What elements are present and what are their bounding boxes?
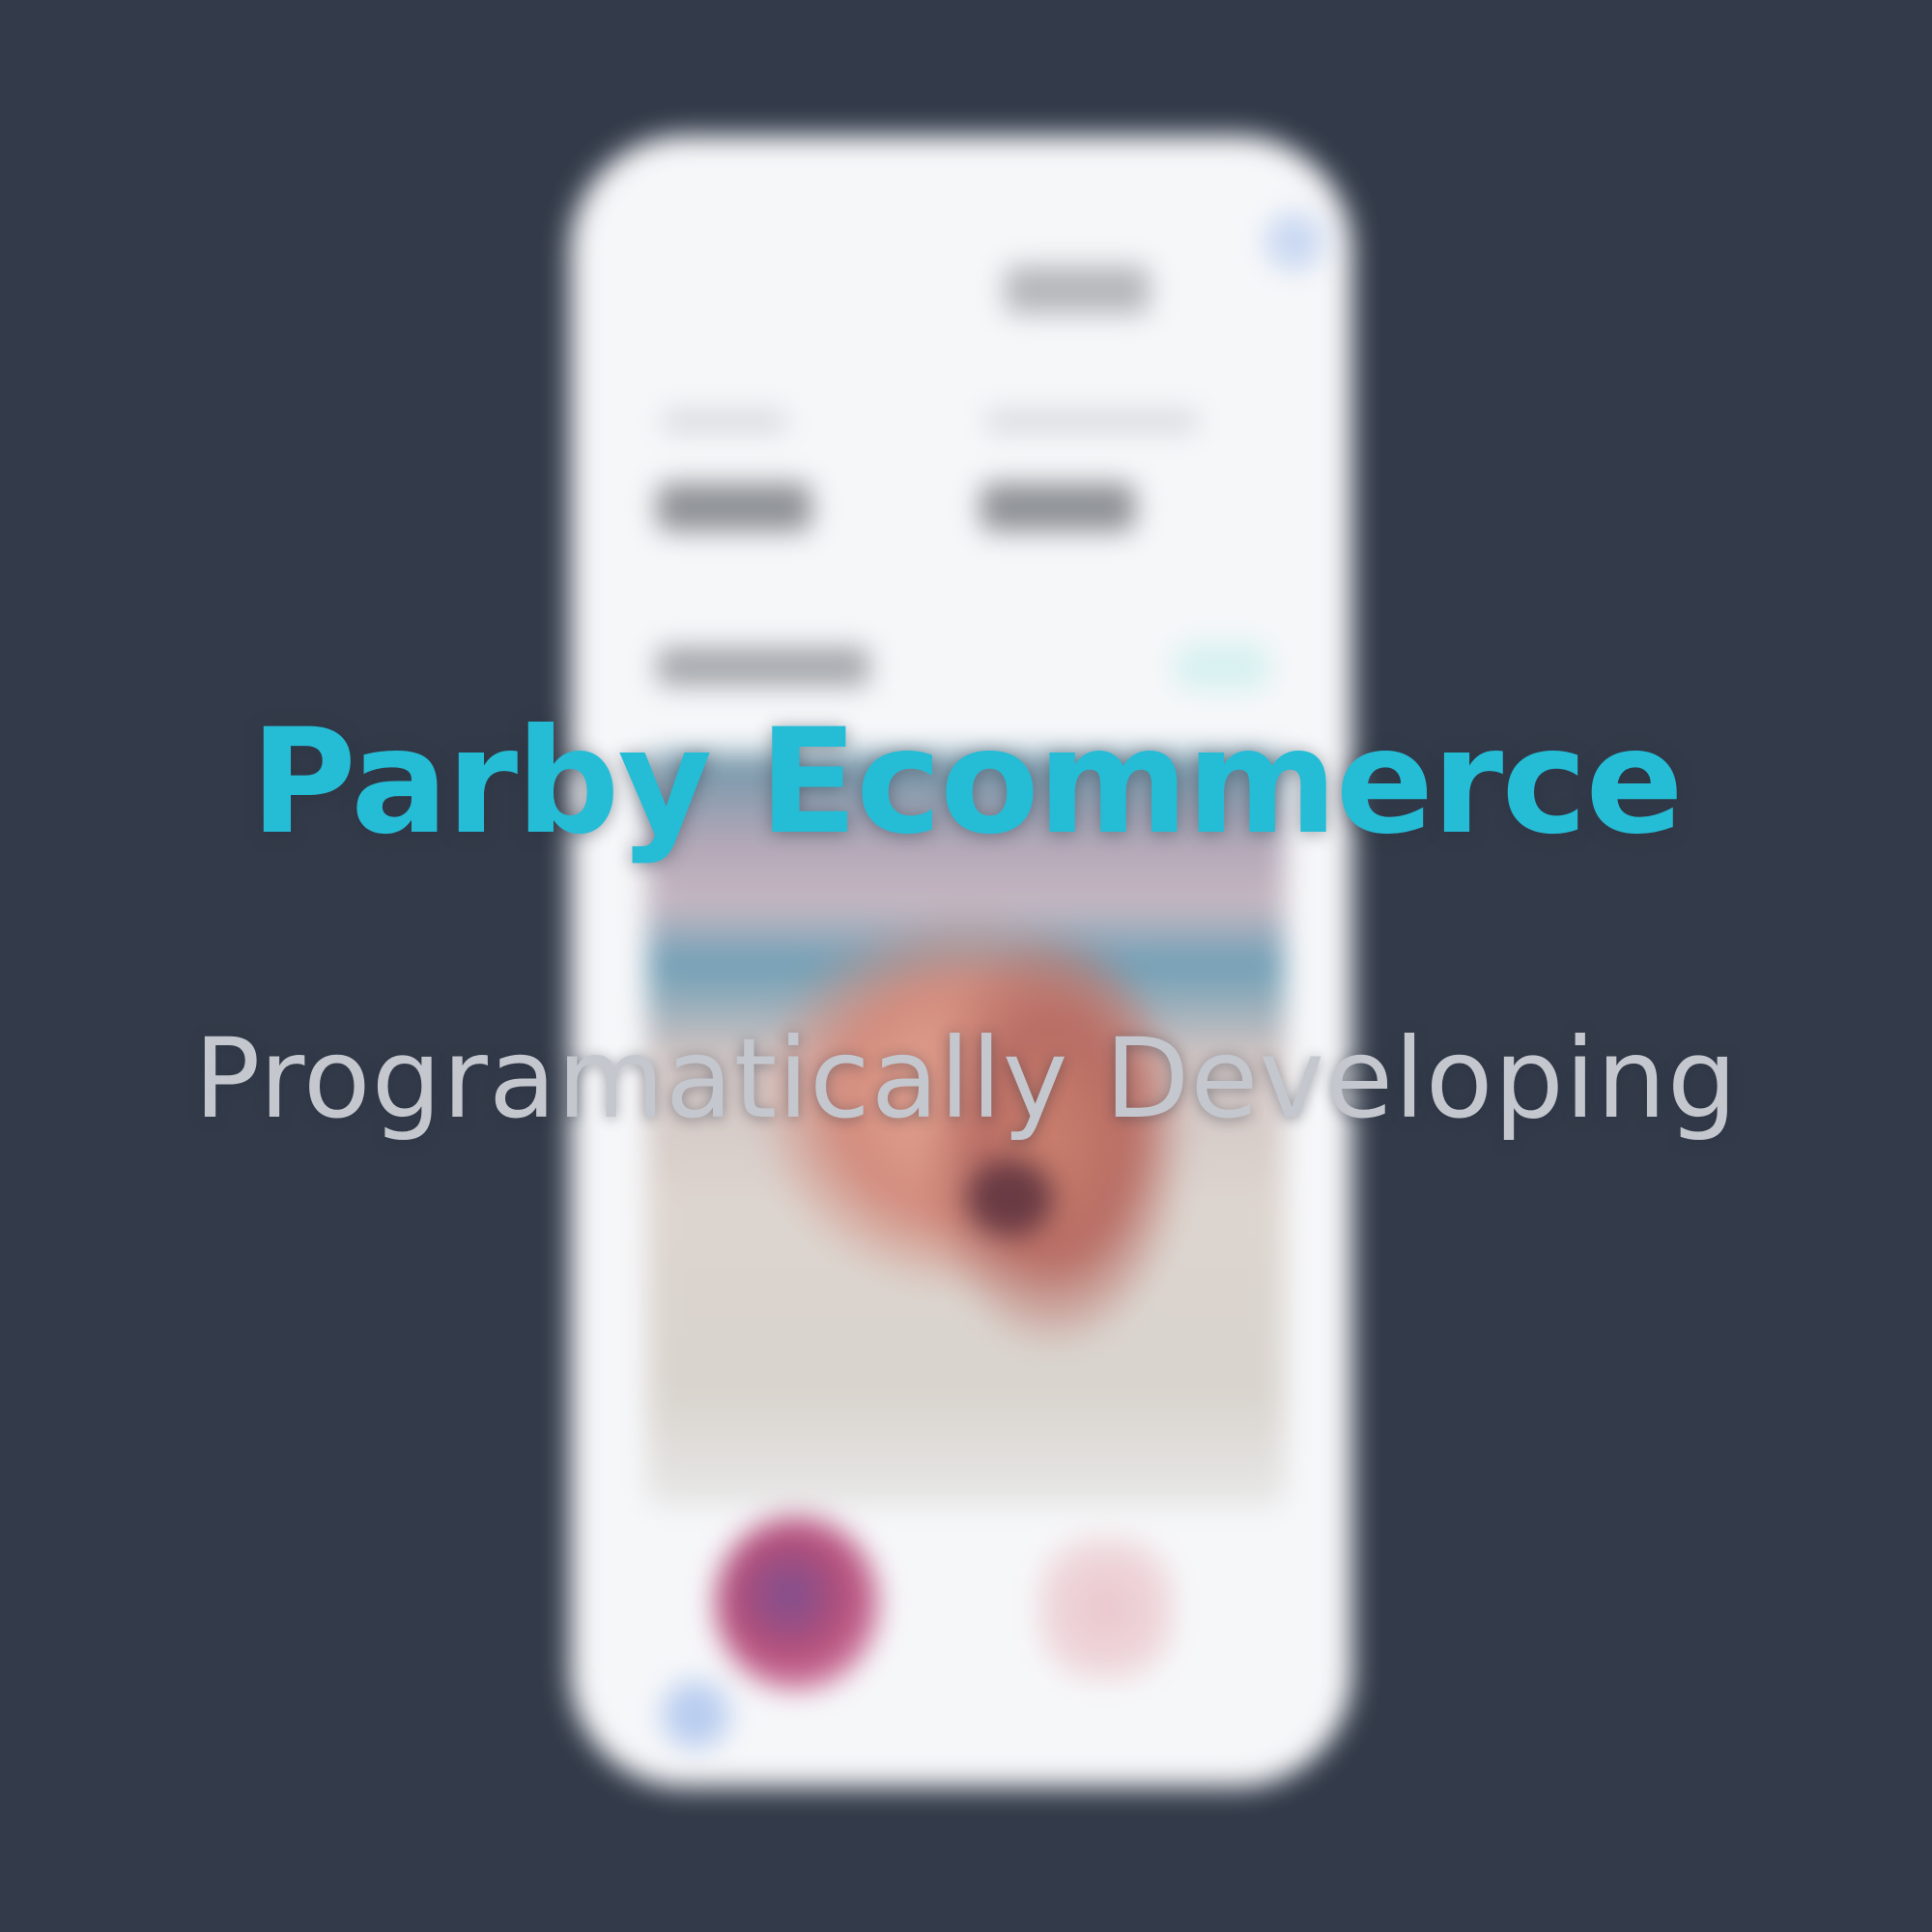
hero-banner: Parby Ecommerce Programatically Developi… — [0, 0, 1932, 1932]
product-photo-detail — [966, 1159, 1053, 1236]
section-title-placeholder — [657, 647, 869, 686]
hero-title: Parby Ecommerce — [250, 698, 1684, 867]
product-thumbnail — [715, 1517, 879, 1690]
header-label-placeholder — [1005, 266, 1150, 314]
status-indicator-dot — [1265, 213, 1323, 270]
stat-label-placeholder — [985, 411, 1198, 432]
stat-value-placeholder — [980, 483, 1135, 531]
phone-mockup-blurred — [570, 135, 1352, 1787]
hero-subtitle: Programatically Developing — [193, 1014, 1739, 1143]
product-thumbnail — [1038, 1536, 1174, 1681]
stat-label-placeholder — [662, 411, 787, 432]
bottom-nav-home-icon — [662, 1681, 729, 1748]
section-action-pill — [1174, 642, 1270, 691]
stat-value-placeholder — [657, 483, 811, 531]
